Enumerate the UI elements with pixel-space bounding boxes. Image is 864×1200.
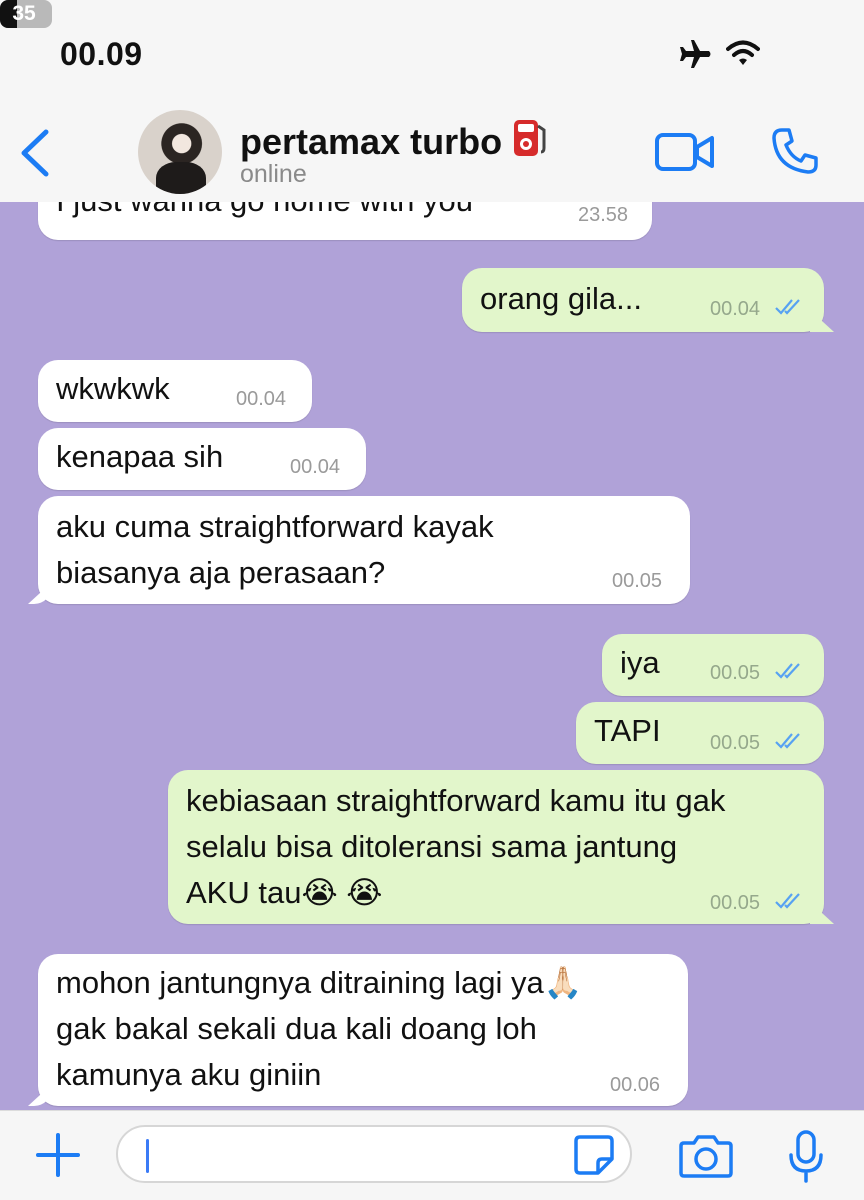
read-receipt-icon: [774, 298, 802, 321]
sticker-icon[interactable]: [572, 1133, 616, 1182]
microphone-icon[interactable]: [786, 1129, 826, 1190]
message-text-line: mohon jantungnya ditraining lagi ya🙏🏻: [56, 965, 583, 1000]
message-text-line: kamunya aku giniin: [56, 1057, 322, 1092]
read-receipt-icon: [774, 732, 802, 755]
message-text: I just wanna go home with you: [56, 202, 473, 224]
message-text: orang gila...: [480, 281, 642, 316]
message-text-line: aku cuma straightforward kayak: [56, 509, 494, 544]
message-bubble-incoming[interactable]: aku cuma straightforward kayak biasanya …: [28, 496, 690, 604]
read-receipt-icon: [774, 892, 802, 915]
message-time: 00.05: [710, 662, 761, 684]
message-time: 00.04: [236, 388, 287, 410]
message-text-line: selalu bisa ditoleransi sama jantung: [186, 829, 678, 864]
message-time: 00.05: [710, 892, 761, 914]
message-time: 00.04: [290, 456, 341, 478]
back-chevron-icon[interactable]: [14, 128, 54, 183]
message-bubble-outgoing[interactable]: kebiasaan straightforward kamu itu gak s…: [168, 770, 834, 924]
chat-area[interactable]: I just wanna go home with you 23.58 oran…: [0, 202, 864, 1110]
message-time: 00.05: [710, 732, 761, 754]
message-time: 00.04: [710, 298, 761, 320]
message-bubble-incoming[interactable]: mohon jantungnya ditraining lagi ya🙏🏻 ga…: [28, 954, 688, 1106]
plus-icon[interactable]: [34, 1131, 82, 1184]
message-text-line: gak bakal sekali dua kali doang loh: [56, 1011, 537, 1046]
battery-level: 35: [12, 2, 36, 25]
message-text: iya: [620, 645, 660, 680]
top-bar: 00.09 35 pertamax turbo online: [0, 0, 864, 202]
message-text-line: AKU tau😭 😭: [186, 875, 383, 910]
camera-icon[interactable]: [678, 1133, 734, 1184]
message-bubble-outgoing[interactable]: iya 00.05: [602, 634, 824, 696]
read-receipt-icon: [774, 662, 802, 685]
message-text-line: kebiasaan straightforward kamu itu gak: [186, 783, 726, 818]
message-bubble-outgoing[interactable]: orang gila... 00.04: [462, 268, 834, 332]
compose-bar: [0, 1110, 864, 1200]
status-time: 00.09: [60, 36, 143, 72]
message-bubble-incoming[interactable]: wkwkwk 00.04: [38, 360, 312, 422]
message-bubble-outgoing[interactable]: TAPI 00.05: [576, 702, 824, 764]
phone-call-icon[interactable]: [770, 126, 820, 181]
text-cursor: [146, 1139, 149, 1173]
message-text: kenapaa sih: [56, 439, 224, 474]
message-bubble-incoming[interactable]: I just wanna go home with you 23.58: [38, 202, 652, 240]
contact-avatar[interactable]: [138, 110, 222, 194]
contact-name-text: pertamax turbo: [240, 120, 503, 162]
message-text: TAPI: [594, 713, 661, 748]
message-time: 00.05: [612, 570, 663, 592]
message-text: wkwkwk: [56, 371, 170, 406]
message-time: 23.58: [578, 204, 629, 226]
battery-icon: 35: [0, 0, 52, 28]
video-call-icon[interactable]: [654, 132, 716, 177]
wifi-icon: [726, 40, 760, 71]
message-input[interactable]: [116, 1125, 632, 1183]
fuel-pump-emoji-icon: [510, 116, 550, 167]
message-text-line: biasanya aja perasaan?: [56, 555, 386, 590]
message-bubble-incoming[interactable]: kenapaa sih 00.04: [38, 428, 366, 490]
contact-status: online: [240, 160, 307, 188]
airplane-mode-icon: [676, 38, 712, 75]
message-time: 00.06: [610, 1074, 661, 1096]
